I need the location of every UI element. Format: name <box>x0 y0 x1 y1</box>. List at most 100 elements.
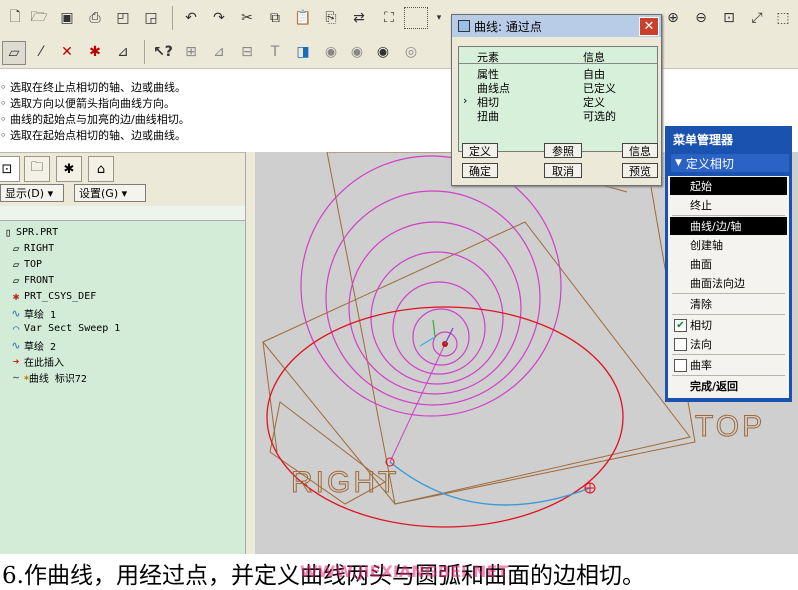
menu-item-end[interactable]: 终止 <box>670 196 787 214</box>
menu-body: 起始 终止 曲线/边/轴 创建轴 曲面 曲面法向边 清除 ✔ 相切 法向 曲率 完… <box>668 176 789 398</box>
menu-item-clear[interactable]: 清除 <box>670 295 787 313</box>
regenerate-icon[interactable]: ⇄ <box>348 7 370 29</box>
orient-icon[interactable]: ⤢ <box>746 7 768 29</box>
tree-item[interactable]: ✱ PRT_CSYS_DEF <box>8 290 97 303</box>
select-box-icon[interactable] <box>404 7 428 29</box>
datum-plane-outlines <box>262 152 696 505</box>
chevron-down-icon[interactable]: ▾ <box>428 7 450 29</box>
menu-item-curve-edge-axis[interactable]: 曲线/边/轴 <box>670 217 787 235</box>
message-line: ◦ 曲线的起始点与加亮的边/曲线相切。 <box>0 113 190 126</box>
connections-tab[interactable]: ⌂ <box>88 156 114 182</box>
plane-display-icon[interactable]: ⊞ <box>180 41 202 63</box>
paste-special-icon[interactable]: ⎘ <box>320 7 342 29</box>
right-plane-label: RIGHT <box>291 466 399 499</box>
tree-item[interactable]: ⌒ Var Sect Sweep 1 <box>8 322 121 335</box>
define-button[interactable]: 定义 <box>462 143 498 158</box>
tree-controls: 显示(D) ▾ 设置(G) ▾ <box>0 182 245 206</box>
check-item-normal[interactable]: 法向 <box>670 335 787 353</box>
open-folder-icon[interactable]: 🗁 <box>28 7 50 29</box>
undo-icon[interactable]: ↶ <box>180 7 202 29</box>
tree-item[interactable]: ➔ 在此插入 <box>8 354 64 369</box>
datum-point-icon[interactable]: ✕ <box>56 41 78 63</box>
spin-center-icon[interactable]: ◎ <box>400 41 422 63</box>
redo-icon[interactable]: ↷ <box>208 7 230 29</box>
no-hidden-icon[interactable]: ◉ <box>372 41 394 63</box>
dialog-icon <box>458 20 470 32</box>
chevron-down-icon: ▾ <box>47 186 54 200</box>
datum-plane-icon[interactable]: ▱ <box>2 41 26 65</box>
paste-icon[interactable]: 📋 <box>292 7 314 29</box>
repaint-icon[interactable]: ⬚ <box>772 7 794 29</box>
settings-dropdown[interactable]: 设置(G) ▾ <box>74 184 146 202</box>
tree-item[interactable]: ∿ 草绘 1 <box>8 306 56 321</box>
current-row-arrow-icon: › <box>463 94 468 107</box>
save-icon[interactable]: ▣ <box>56 7 78 29</box>
tree-item[interactable]: ▱ FRONT <box>8 274 54 287</box>
dialog-title: 曲线: 通过点 <box>474 19 542 34</box>
info-button[interactable]: 信息 <box>622 143 658 158</box>
menu-manager: 菜单管理器 ▼ 定义相切 起始 终止 曲线/边/轴 创建轴 曲面 曲面法向边 清除… <box>665 126 792 402</box>
print-icon[interactable]: ⎙ <box>84 7 106 29</box>
submenu-header[interactable]: ▼ 定义相切 <box>671 154 789 172</box>
refit-icon[interactable]: ⊡ <box>718 7 740 29</box>
preview-button[interactable]: 预览 <box>622 163 658 178</box>
tree-item[interactable]: ∿ 草绘 2 <box>8 338 56 353</box>
datum-toolbar: ▱ ⁄ ✕ ✱ ⊿ ↖? ⊞ ⊿ ⊟ T ◨ ◉ ◉ ◉ ◎ <box>0 36 798 69</box>
csys-display-icon[interactable]: T <box>264 41 286 63</box>
check-item-curvature[interactable]: 曲率 <box>670 356 787 374</box>
datum-axis-icon[interactable]: ⁄ <box>30 41 52 63</box>
tree-item[interactable]: ∼ ✱ 曲线 标识72 <box>8 370 87 385</box>
menu-item-surface-normal-edge[interactable]: 曲面法向边 <box>670 274 787 292</box>
part-icon: ▯ <box>4 226 12 239</box>
zoom-in-icon[interactable]: ⊕ <box>662 7 684 29</box>
tree-item[interactable]: ▱ TOP <box>8 258 42 271</box>
model-tree: ▯ SPR.PRT ▱ RIGHT ▱ TOP ▱ FRONT ✱ PRT_CSYS_DE… <box>0 206 246 554</box>
axis-display-icon[interactable]: ⊿ <box>208 41 230 63</box>
toolbar-separator <box>144 40 145 64</box>
find-icon[interactable]: ⛶ <box>378 7 400 29</box>
dialog-title-bar[interactable]: 曲线: 通过点 <box>452 15 661 37</box>
check-item-tangent[interactable]: ✔ 相切 <box>670 316 787 334</box>
reference-button[interactable]: 参照 <box>544 143 582 158</box>
new-file-icon[interactable]: 🗋 <box>4 7 26 29</box>
chevron-down-icon: ▾ <box>121 186 128 200</box>
cut-icon[interactable]: ✂ <box>236 7 258 29</box>
tree-item[interactable]: ▯ SPR.PRT <box>0 226 58 239</box>
tree-item[interactable]: ▱ RIGHT <box>8 242 54 255</box>
whats-this-icon[interactable]: ↖? <box>152 41 174 63</box>
shading-icon[interactable]: ◨ <box>292 41 314 63</box>
navigator-tabs: ⊡ 🗀 ✱ ⌂ <box>0 152 245 183</box>
point-display-icon[interactable]: ⊟ <box>236 41 258 63</box>
folder-browser-tab[interactable]: 🗀 <box>24 156 50 182</box>
menu-item-surface[interactable]: 曲面 <box>670 255 787 273</box>
ok-button[interactable]: 确定 <box>462 163 498 178</box>
menu-item-create-axis[interactable]: 创建轴 <box>670 236 787 254</box>
coord-sys-icon[interactable]: ✱ <box>84 41 106 63</box>
zoom-out-icon[interactable]: ⊖ <box>690 7 712 29</box>
wireframe-icon[interactable]: ◉ <box>320 41 342 63</box>
datum-plane-icon: ▱ <box>12 258 20 271</box>
top-plane-label: TOP <box>695 410 765 443</box>
menu-manager-title: 菜单管理器 <box>673 133 734 147</box>
hidden-line-icon[interactable]: ◉ <box>346 41 368 63</box>
model-tree-tab[interactable]: ⊡ <box>0 156 20 182</box>
curve-through-points-dialog: 曲线: 通过点 ✕ 元素 信息 属性 自由 曲线点 已定义 › 相切 定义 扭曲… <box>451 14 662 186</box>
save-copy-icon[interactable]: ◰ <box>112 7 134 29</box>
show-dropdown[interactable]: 显示(D) ▾ <box>0 184 64 202</box>
datum-plane-icon: ▱ <box>12 274 20 287</box>
toolbar-separator <box>172 6 173 30</box>
close-button[interactable]: ✕ <box>639 17 659 36</box>
copy-icon[interactable]: ⧉ <box>264 7 286 29</box>
menu-item-start[interactable]: 起始 <box>670 177 787 195</box>
close-window-icon[interactable]: ◲ <box>140 7 162 29</box>
message-line: ◦ 选取在起始点相切的轴、边或曲线。 <box>0 129 186 142</box>
menu-divider <box>672 215 785 216</box>
cancel-button[interactable]: 取消 <box>544 163 582 178</box>
menu-item-done-return[interactable]: 完成/返回 <box>670 377 787 395</box>
favorites-tab[interactable]: ✱ <box>56 156 82 182</box>
table-row[interactable]: 扭曲 <box>477 108 499 124</box>
analysis-icon[interactable]: ⊿ <box>112 41 134 63</box>
message-line: ◦ 选取在终止点相切的轴、边或曲线。 <box>0 81 186 94</box>
watermark-text: WWW.JIEXIANGBEI.NET <box>300 562 509 581</box>
chevron-down-icon: ▼ <box>675 158 682 168</box>
